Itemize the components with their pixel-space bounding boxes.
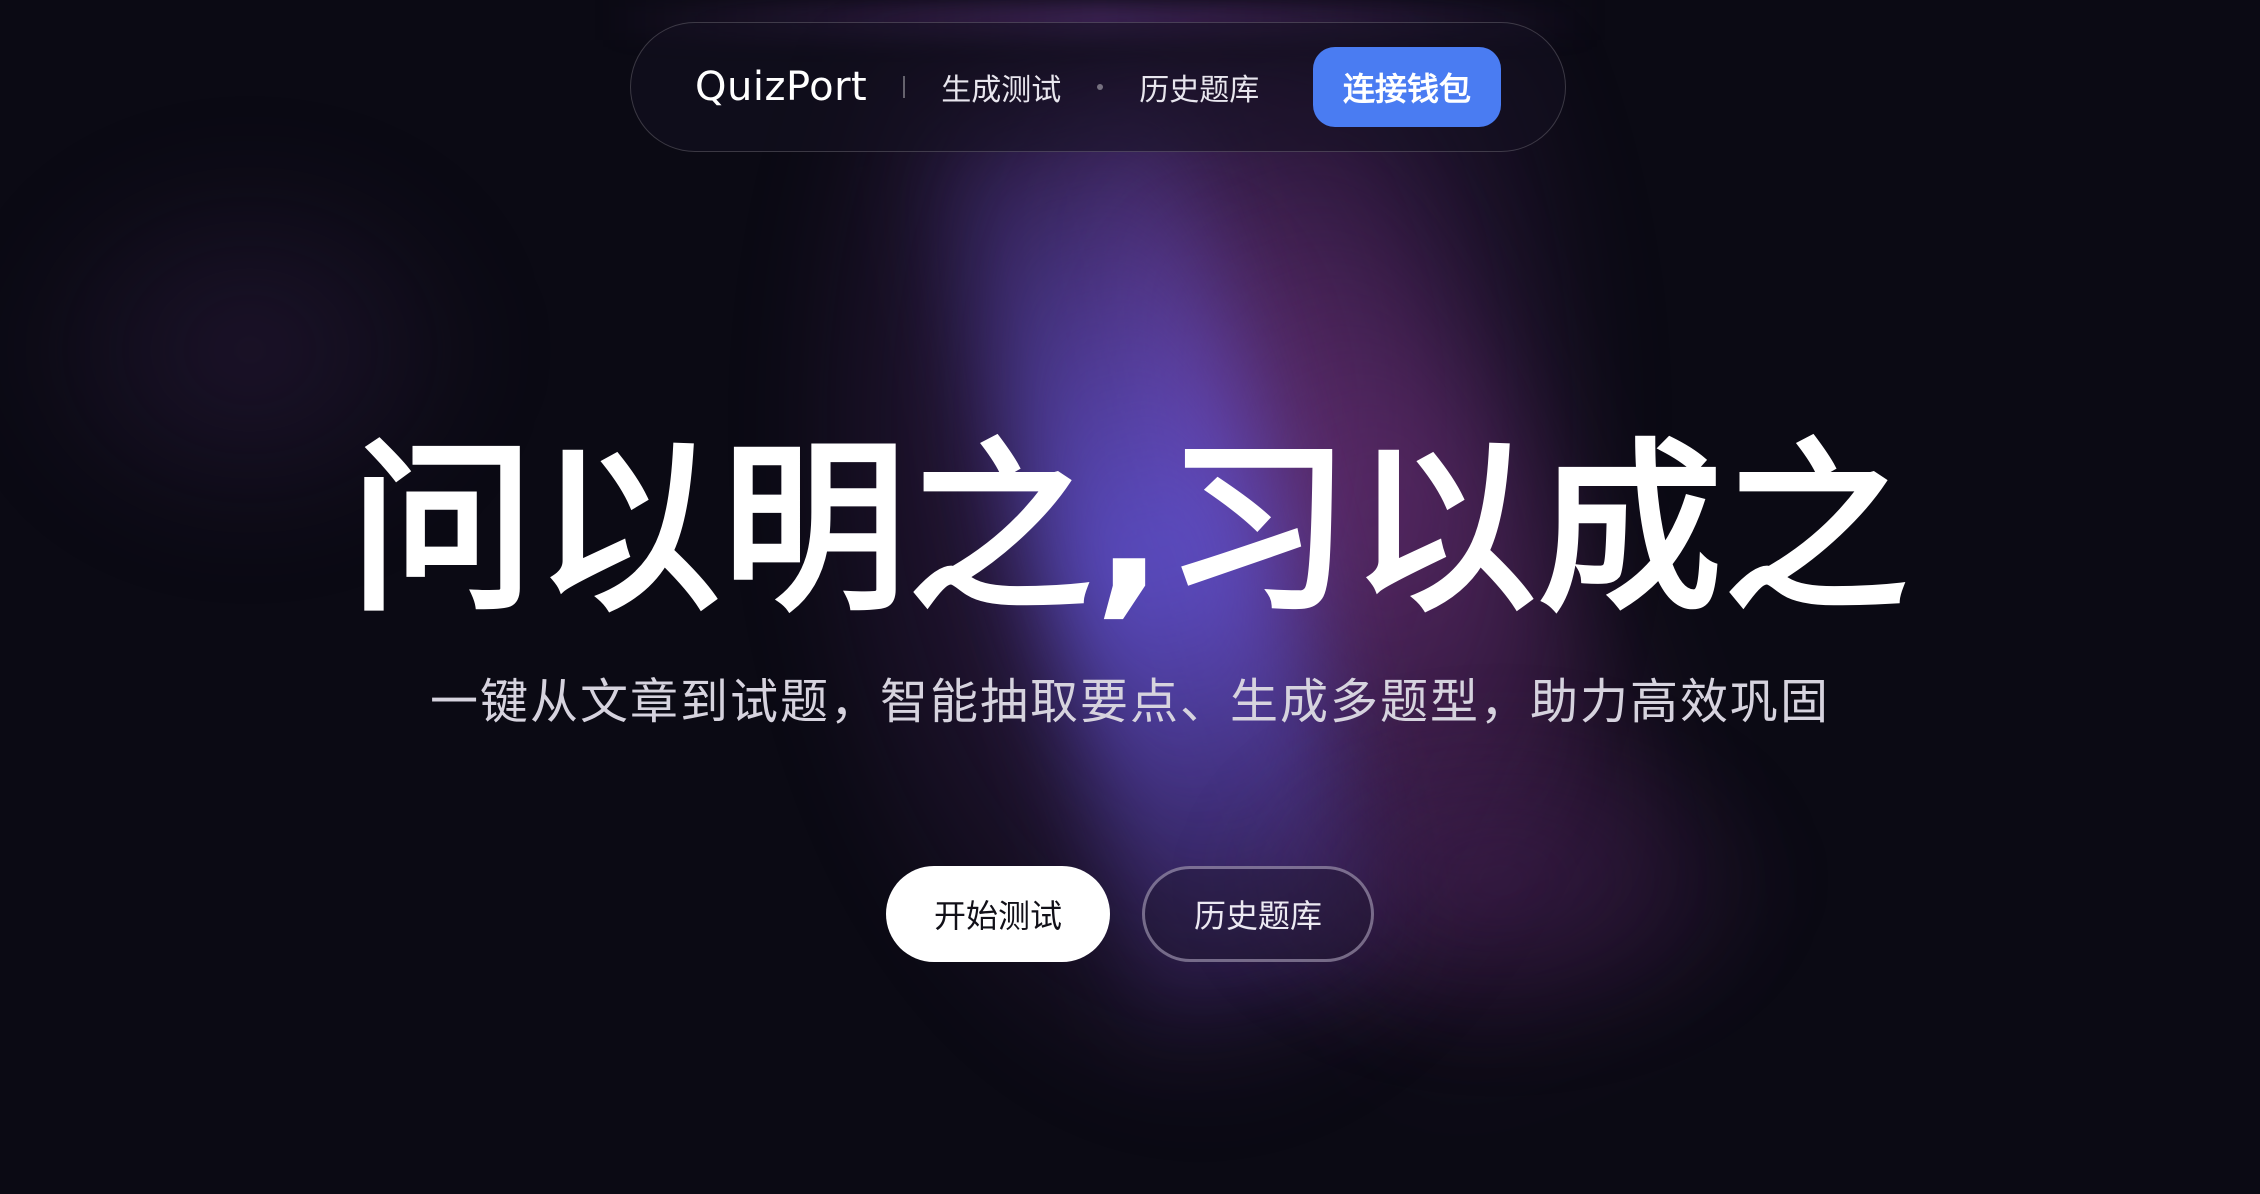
landing-page: QuizPort 生成测试 历史题库 连接钱包 问以明之,习以成之 一键从文章到… <box>0 0 2260 1194</box>
nav-link-history[interactable]: 历史题库 <box>1139 65 1259 109</box>
cta-button-row: 开始测试 历史题库 <box>0 866 2260 962</box>
hero-title: 问以明之,习以成之 <box>350 423 1910 637</box>
history-bank-button[interactable]: 历史题库 <box>1142 866 1374 962</box>
start-quiz-button[interactable]: 开始测试 <box>886 866 1110 962</box>
nav-link-generate-quiz[interactable]: 生成测试 <box>941 65 1061 109</box>
nav-dot-separator <box>1097 84 1104 90</box>
hero-subtitle: 一键从文章到试题，智能抽取要点、生成多题型，助力高效巩固 <box>429 674 1830 730</box>
top-navbar: QuizPort 生成测试 历史题库 连接钱包 <box>630 22 1566 152</box>
brand-logo[interactable]: QuizPort <box>695 64 867 110</box>
connect-wallet-button[interactable]: 连接钱包 <box>1312 47 1501 127</box>
nav-divider <box>903 76 906 98</box>
